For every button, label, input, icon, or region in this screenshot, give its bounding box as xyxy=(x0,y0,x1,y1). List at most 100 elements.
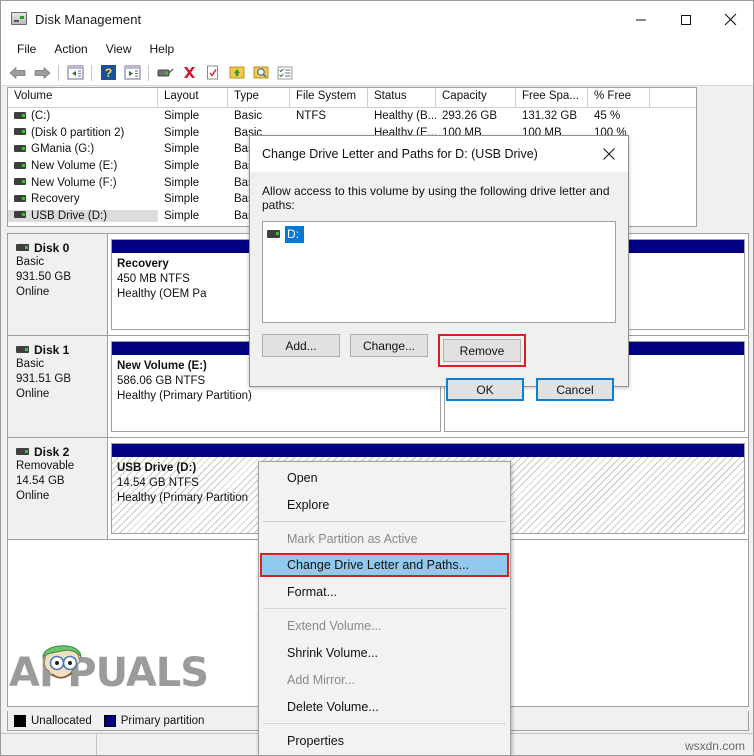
list-view-icon[interactable] xyxy=(274,62,296,84)
menu-item-explore[interactable]: Explore xyxy=(259,491,510,518)
disk-drive-icon xyxy=(14,128,26,136)
legend-label-primary-partition: Primary partition xyxy=(120,714,205,727)
list-item-label: D: xyxy=(285,226,304,243)
svg-text:?: ? xyxy=(104,66,111,80)
column-header-capacity[interactable]: Capacity xyxy=(436,88,516,107)
cell-volume: (C:) xyxy=(8,110,158,122)
disk-info[interactable]: Disk 0 Basic 931.50 GB Online xyxy=(8,234,108,335)
legend-swatch-primary-partition xyxy=(103,714,116,727)
disk-drive-icon xyxy=(11,11,27,28)
column-header-volume[interactable]: Volume xyxy=(8,88,158,107)
maximize-icon[interactable] xyxy=(663,1,708,38)
menu-separator xyxy=(263,723,506,724)
menu-item-extend-volume: Extend Volume... xyxy=(287,618,382,633)
dialog-body: Allow access to this volume by using the… xyxy=(250,172,628,401)
cell-layout: Simple xyxy=(164,110,200,123)
menu-separator xyxy=(263,608,506,609)
delete-icon[interactable] xyxy=(178,62,200,84)
menu-item-delete-volume[interactable]: Delete Volume... xyxy=(259,693,510,720)
dialog-prompt: Allow access to this volume by using the… xyxy=(262,184,610,212)
toolbar-separator xyxy=(58,64,59,81)
disk-drive-icon xyxy=(14,194,26,202)
menu-help[interactable]: Help xyxy=(141,40,184,58)
disk-drive-icon xyxy=(267,229,280,238)
disk-drive-icon xyxy=(16,243,29,251)
show-hide-action-pane-icon[interactable] xyxy=(121,62,143,84)
cell-layout: Simple xyxy=(164,193,200,206)
cell-volume: New Volume (E:) xyxy=(8,160,158,172)
cell-status: Healthy (B... xyxy=(374,110,436,123)
toolbar-separator xyxy=(91,64,92,81)
context-menu-items: Open Explore Mark Partition as Active Chang… xyxy=(259,464,510,755)
menu-view[interactable]: View xyxy=(97,40,141,58)
menu-action[interactable]: Action xyxy=(45,40,96,58)
rescan-disks-icon[interactable] xyxy=(226,62,248,84)
column-header-percent-free[interactable]: % Free xyxy=(588,88,650,107)
column-header-type[interactable]: Type xyxy=(228,88,290,107)
menu-item-open[interactable]: Open xyxy=(259,464,510,491)
column-header-status[interactable]: Status xyxy=(368,88,436,107)
cell-type: Basic xyxy=(234,110,263,123)
menu-item-change-drive-letter-and-paths[interactable]: Change Drive Letter and Paths... xyxy=(260,553,509,577)
close-icon[interactable] xyxy=(590,136,628,172)
disk-info[interactable]: Disk 1 Basic 931.51 GB Online xyxy=(8,336,108,437)
cell-layout: Simple xyxy=(164,176,200,189)
disk-kind: Basic xyxy=(16,256,45,268)
cancel-button[interactable]: Cancel xyxy=(536,378,614,401)
disk-size: 14.54 GB xyxy=(16,475,65,487)
menu-item-properties[interactable]: Properties xyxy=(259,727,510,754)
legend-item-unallocated: Unallocated xyxy=(14,714,92,727)
column-header-free-space[interactable]: Free Spa... xyxy=(516,88,588,107)
disk-drive-icon xyxy=(14,211,26,219)
table-row[interactable]: (C:) Simple Basic NTFS Healthy (B... 293.26 G… xyxy=(8,108,696,125)
forward-arrow-icon[interactable] xyxy=(31,62,53,84)
disk-drive-icon xyxy=(14,111,26,119)
disk-state: Online xyxy=(16,286,50,298)
cell-volume: USB Drive (D:) xyxy=(8,209,158,222)
remove-button-highlight: Remove xyxy=(438,334,526,367)
ok-button[interactable]: OK xyxy=(446,378,524,401)
disk-size: 931.50 GB xyxy=(16,271,71,283)
add-button[interactable]: Add... xyxy=(262,334,340,357)
menu-bar: File Action View Help xyxy=(1,38,753,60)
volume-list-header: Volume Layout Type File System Status Ca… xyxy=(8,88,696,108)
status-cell-1 xyxy=(1,733,97,755)
dialog-title: Change Drive Letter and Paths for D: (US… xyxy=(262,147,538,161)
partition-color-bar xyxy=(112,444,744,457)
disk-kind: Basic xyxy=(16,358,45,370)
help-icon[interactable]: ? xyxy=(97,62,119,84)
find-icon[interactable] xyxy=(250,62,272,84)
refresh-icon[interactable] xyxy=(202,62,224,84)
dialog-confirm-buttons: OK Cancel xyxy=(262,378,616,401)
menu-item-mark-partition-as-active: Mark Partition as Active xyxy=(287,531,418,546)
column-header-layout[interactable]: Layout xyxy=(158,88,228,107)
disk-size: 931.51 GB xyxy=(16,373,71,385)
menu-item-add-mirror: Add Mirror... xyxy=(287,672,356,687)
legend-swatch-unallocated xyxy=(14,714,26,727)
menu-item-shrink-volume[interactable]: Shrink Volume... xyxy=(259,639,510,666)
change-button[interactable]: Change... xyxy=(350,334,428,357)
drive-paths-list[interactable]: D: xyxy=(262,221,616,323)
remove-button[interactable]: Remove xyxy=(443,339,521,362)
show-hide-console-tree-icon[interactable] xyxy=(64,62,86,84)
title-bar: Disk Management xyxy=(1,1,753,38)
cell-fs: NTFS xyxy=(296,110,327,123)
properties-icon[interactable] xyxy=(154,62,176,84)
change-drive-letter-dialog: Change Drive Letter and Paths for D: (US… xyxy=(249,135,629,401)
close-icon[interactable] xyxy=(708,1,753,38)
back-arrow-icon[interactable] xyxy=(7,62,29,84)
cell-volume: (Disk 0 partition 2) xyxy=(8,127,158,139)
window-controls xyxy=(618,1,753,38)
disk-state: Online xyxy=(16,388,50,400)
menu-file[interactable]: File xyxy=(8,40,45,58)
minimize-icon[interactable] xyxy=(618,1,663,38)
column-header-file-system[interactable]: File System xyxy=(290,88,368,107)
toolbar: ? xyxy=(1,60,753,86)
disk-drive-icon xyxy=(16,447,29,455)
toolbar-separator xyxy=(148,64,149,81)
cell-layout: Simple xyxy=(164,160,200,173)
list-item[interactable]: D: xyxy=(267,226,611,243)
cell-layout: Simple xyxy=(164,143,200,156)
menu-item-format[interactable]: Format... xyxy=(259,578,510,605)
disk-info[interactable]: Disk 2 Removable 14.54 GB Online xyxy=(8,438,108,539)
